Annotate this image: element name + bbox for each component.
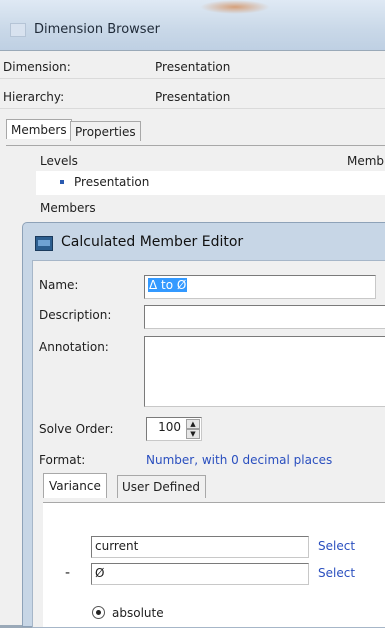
- hierarchy-label: Hierarchy:: [3, 90, 65, 104]
- annotation-textarea[interactable]: [144, 336, 385, 407]
- tab-variance[interactable]: Variance: [43, 473, 107, 498]
- window-title: Dimension Browser: [34, 22, 160, 37]
- title-bar[interactable]: Dimension Browser: [0, 0, 385, 51]
- levels-header: Levels: [40, 154, 78, 168]
- level-item[interactable]: Presentation: [74, 175, 149, 189]
- name-selected-text: Δ to Ø: [148, 278, 188, 292]
- dialog-title-bar[interactable]: Calculated Member Editor: [23, 223, 385, 259]
- tab-members[interactable]: Members: [6, 119, 72, 139]
- name-label: Name:: [39, 278, 79, 292]
- title-glow: [200, 0, 270, 14]
- operand-1-text: current: [95, 539, 139, 553]
- operand-2-text: Ø: [95, 566, 105, 580]
- dimension-value[interactable]: Presentation: [155, 60, 230, 74]
- dimension-label: Dimension:: [3, 60, 71, 74]
- members-column-header: Memb: [347, 154, 385, 168]
- calculator-icon: [35, 236, 53, 251]
- operand-2-select-link[interactable]: Select: [318, 566, 355, 580]
- description-label: Description:: [39, 308, 112, 322]
- solve-order-value: 100: [158, 420, 181, 434]
- tab-properties[interactable]: Properties: [70, 121, 141, 141]
- radio-absolute-label: absolute: [112, 606, 164, 620]
- tab-border: [6, 145, 385, 146]
- editor-tabs: Variance User Defined: [37, 473, 385, 503]
- description-field[interactable]: [144, 305, 385, 329]
- spin-up-arrow-icon[interactable]: ▲: [186, 419, 200, 429]
- operand-2-field[interactable]: Ø: [91, 563, 309, 585]
- format-label: Format:: [39, 453, 86, 467]
- minus-sign: -: [65, 565, 71, 581]
- divider: [0, 78, 385, 79]
- operand-1-field[interactable]: current: [91, 536, 309, 558]
- dialog-title: Calculated Member Editor: [61, 234, 244, 250]
- name-field[interactable]: Δ to Ø: [144, 275, 376, 299]
- solve-order-label: Solve Order:: [39, 422, 114, 436]
- operand-1-select-link[interactable]: Select: [318, 539, 355, 553]
- hierarchy-value[interactable]: Presentation: [155, 90, 230, 104]
- calculated-member-editor-dialog: Calculated Member Editor Name: Δ to Ø De…: [22, 222, 385, 628]
- bullet-icon: [60, 180, 64, 184]
- dialog-body: Name: Δ to Ø Description: Annotation: So…: [32, 260, 385, 628]
- annotation-label: Annotation:: [39, 340, 109, 354]
- radio-dot-icon: [96, 610, 101, 615]
- browser-tabs: Members Properties: [6, 119, 385, 147]
- radio-absolute[interactable]: [92, 606, 105, 619]
- tab-user-defined[interactable]: User Defined: [117, 475, 206, 498]
- app-window-icon: [10, 23, 26, 37]
- members-section-label: Members: [40, 201, 96, 215]
- format-value-link[interactable]: Number, with 0 decimal places: [146, 453, 332, 467]
- spin-down-arrow-icon[interactable]: ▼: [186, 429, 200, 439]
- divider: [0, 108, 385, 109]
